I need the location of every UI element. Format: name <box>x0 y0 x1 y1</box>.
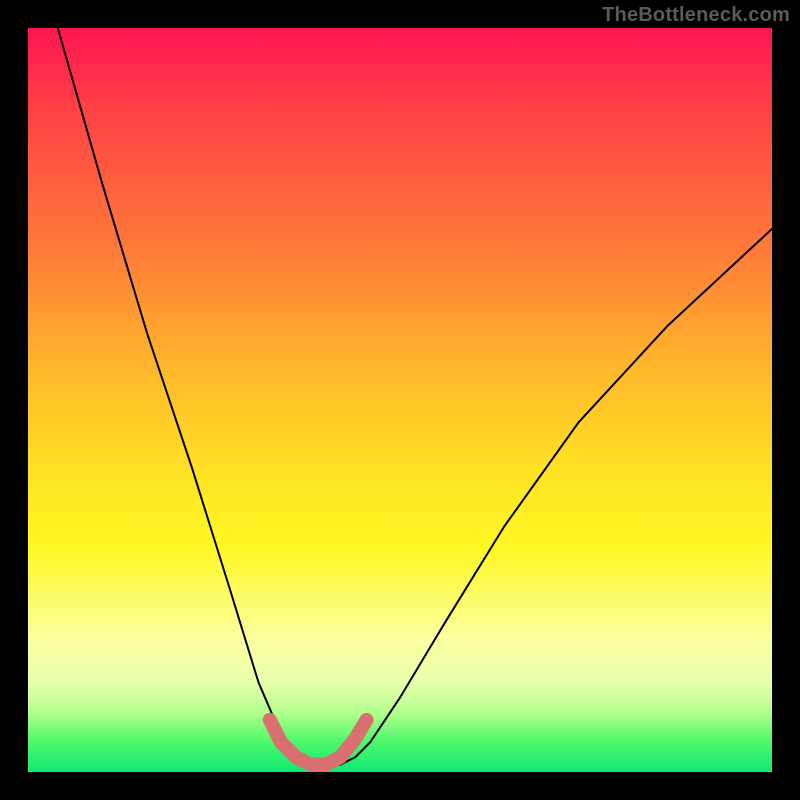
plot-area <box>28 28 772 772</box>
curve-layer <box>28 28 772 772</box>
chart-frame: TheBottleneck.com <box>0 0 800 800</box>
attribution-label: TheBottleneck.com <box>602 4 790 27</box>
bottleneck-curve <box>58 28 772 765</box>
